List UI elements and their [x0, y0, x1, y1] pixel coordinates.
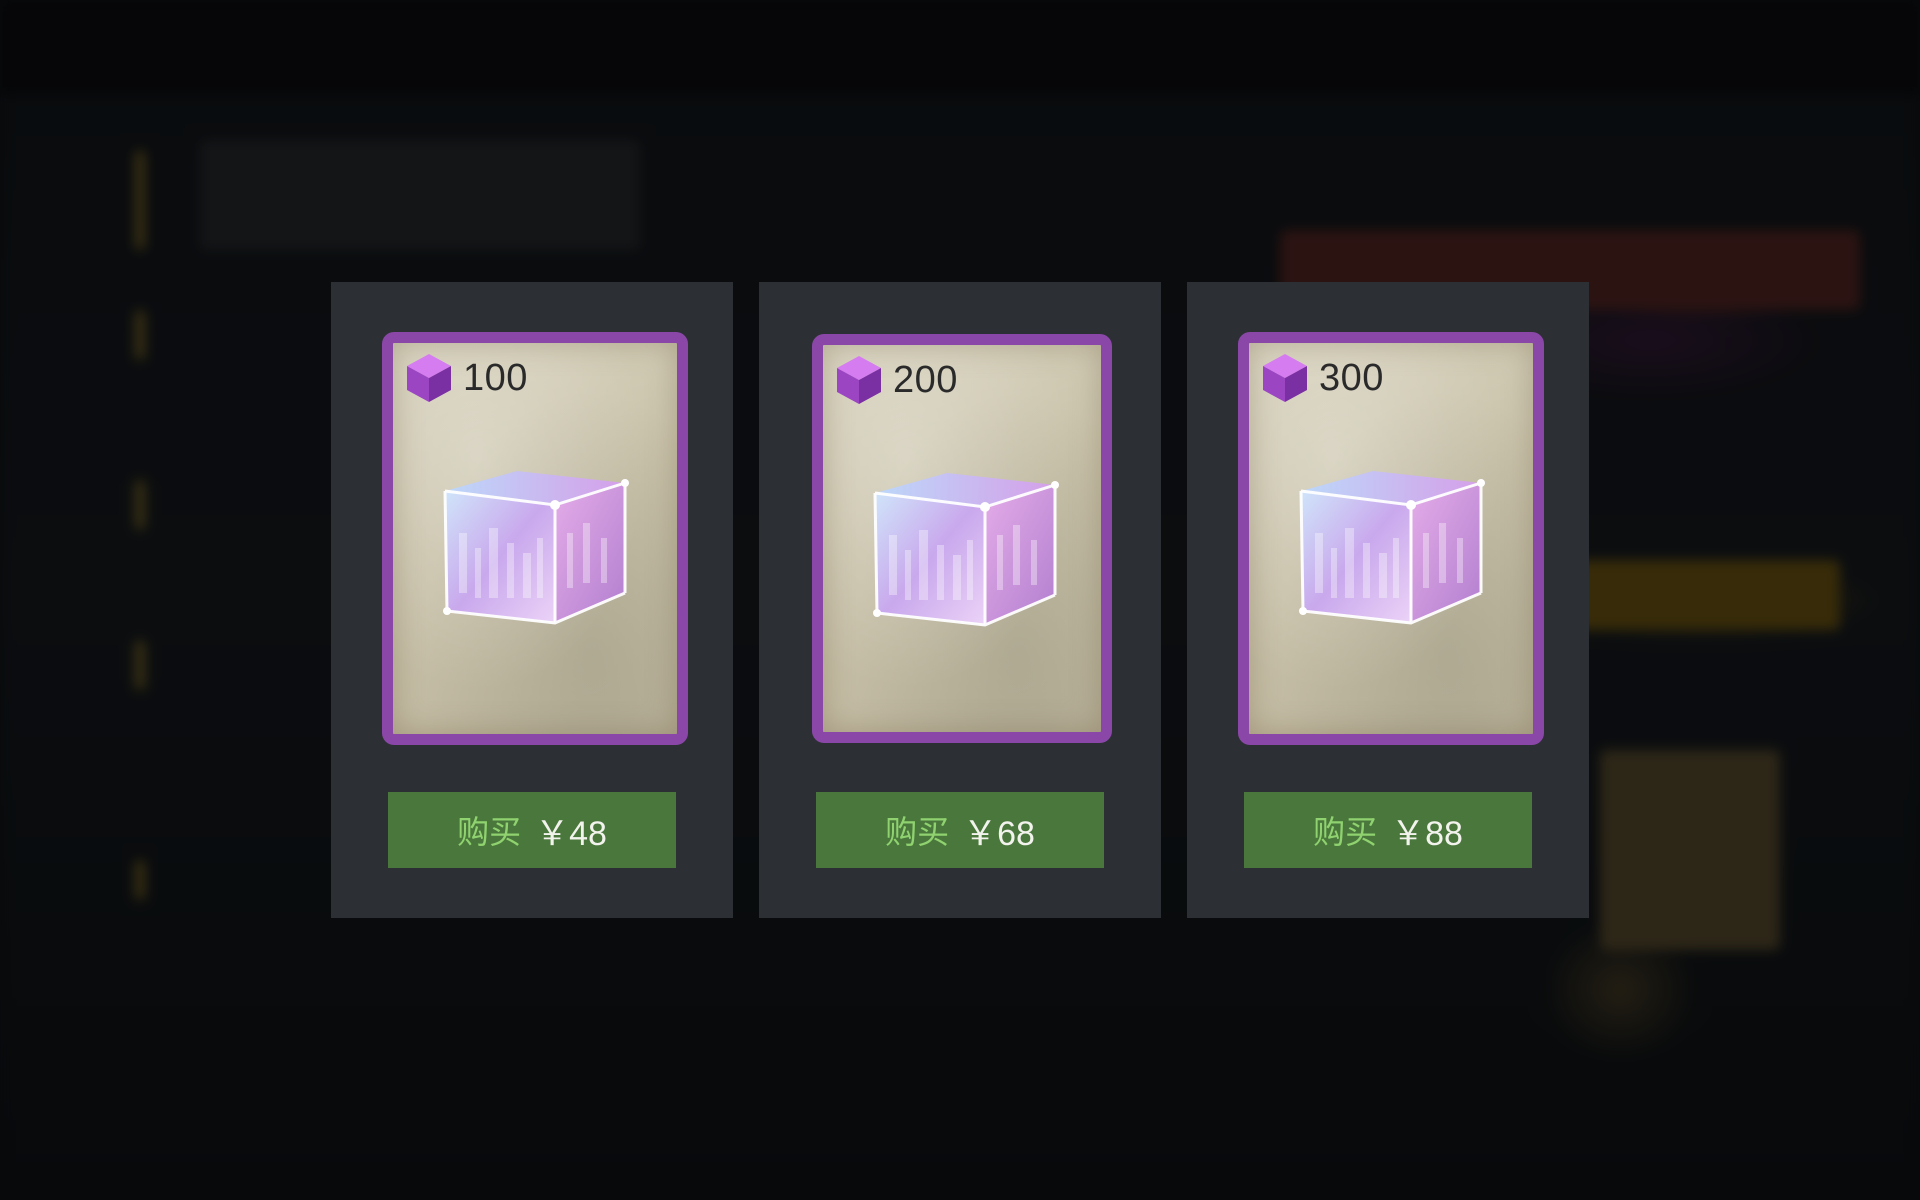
- crystal-cube-art: [1299, 471, 1485, 625]
- currency-amount: 200: [893, 358, 958, 401]
- crystal-cube-art: [873, 473, 1059, 627]
- buy-label: 购买: [1313, 813, 1378, 851]
- item-card: 300: [1238, 332, 1544, 745]
- price-label: ￥88: [1391, 814, 1463, 853]
- buy-label: 购买: [457, 813, 522, 851]
- purple-cube-icon: [407, 354, 451, 402]
- buy-label: 购买: [885, 813, 950, 851]
- currency-amount: 300: [1319, 356, 1384, 399]
- buy-button[interactable]: 购买 ￥68: [816, 792, 1104, 868]
- amount-badge: 300: [1261, 352, 1384, 404]
- buy-button[interactable]: 购买 ￥48: [388, 792, 676, 868]
- price-label: ￥68: [963, 814, 1035, 853]
- price-label: ￥48: [535, 814, 607, 853]
- purple-cube-icon: [837, 356, 881, 404]
- shop-item-panel: 100 购买 ￥48: [331, 282, 733, 918]
- amount-badge: 200: [835, 354, 958, 406]
- shop-item-panel: 300 购买 ￥88: [1187, 282, 1589, 918]
- purple-cube-icon: [1263, 354, 1307, 402]
- crystal-cube-art: [443, 471, 629, 625]
- item-card: 200: [812, 334, 1112, 743]
- item-card: 100: [382, 332, 688, 745]
- buy-button[interactable]: 购买 ￥88: [1244, 792, 1532, 868]
- currency-shop: 100 购买 ￥48 200 购买 ￥68 300 购买 ￥88: [331, 282, 1589, 918]
- amount-badge: 100: [405, 352, 528, 404]
- currency-amount: 100: [463, 356, 528, 399]
- shop-item-panel: 200 购买 ￥68: [759, 282, 1161, 918]
